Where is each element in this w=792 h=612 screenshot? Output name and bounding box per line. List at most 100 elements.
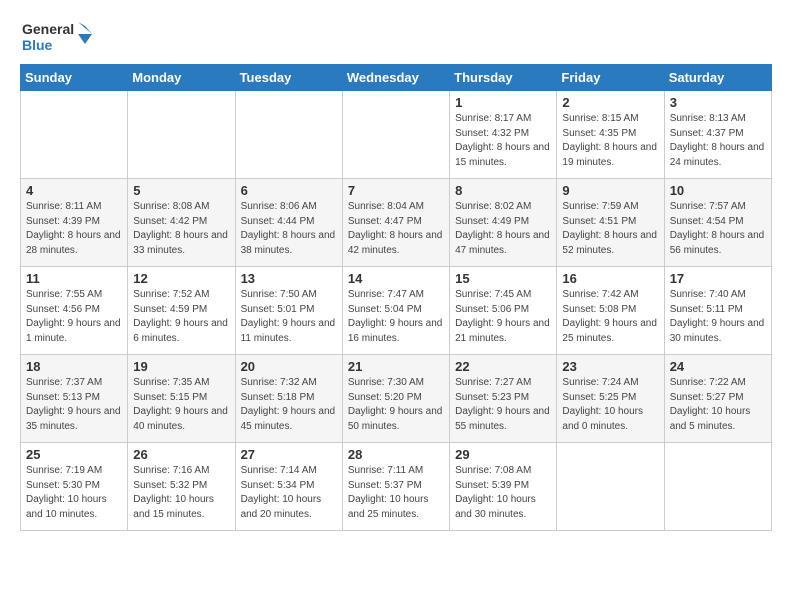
day-number: 18 xyxy=(26,359,122,374)
svg-text:Blue: Blue xyxy=(22,37,53,53)
calendar-cell: 15 Sunrise: 7:45 AM Sunset: 5:06 PM Dayli… xyxy=(450,267,557,355)
day-detail: Sunrise: 7:35 AM Sunset: 5:15 PM Dayligh… xyxy=(133,376,229,434)
day-detail: Sunrise: 7:40 AM Sunset: 5:11 PM Dayligh… xyxy=(670,288,766,346)
day-detail: Sunrise: 7:45 AM Sunset: 5:06 PM Dayligh… xyxy=(455,288,551,346)
day-detail: Sunrise: 7:19 AM Sunset: 5:30 PM Dayligh… xyxy=(26,464,122,522)
calendar-cell: 27Sunrise: 7:14 AM Sunset: 5:34 PM Dayli… xyxy=(235,443,342,531)
day-number: 19 xyxy=(133,359,229,374)
calendar-week-row: 25Sunrise: 7:19 AM Sunset: 5:30 PM Dayli… xyxy=(21,443,772,531)
weekday-header: Sunday xyxy=(21,65,128,91)
day-detail: Sunrise: 7:59 AM Sunset: 4:51 PM Dayligh… xyxy=(562,200,658,258)
day-detail: Sunrise: 7:47 AM Sunset: 5:04 PM Dayligh… xyxy=(348,288,444,346)
weekday-header: Thursday xyxy=(450,65,557,91)
calendar-cell: 14 Sunrise: 7:47 AM Sunset: 5:04 PM Dayli… xyxy=(342,267,449,355)
weekday-header: Monday xyxy=(128,65,235,91)
day-number: 20 xyxy=(241,359,337,374)
day-number: 10 xyxy=(670,183,766,198)
day-detail: Sunrise: 7:42 AM Sunset: 5:08 PM Dayligh… xyxy=(562,288,658,346)
day-detail: Sunrise: 7:16 AM Sunset: 5:32 PM Dayligh… xyxy=(133,464,229,522)
calendar-cell: 5 Sunrise: 8:08 AM Sunset: 4:42 PM Daylig… xyxy=(128,179,235,267)
calendar-cell: 19 Sunrise: 7:35 AM Sunset: 5:15 PM Dayli… xyxy=(128,355,235,443)
day-detail: Sunrise: 7:57 AM Sunset: 4:54 PM Dayligh… xyxy=(670,200,766,258)
day-number: 26 xyxy=(133,447,229,462)
day-detail: Sunrise: 8:15 AM Sunset: 4:35 PM Dayligh… xyxy=(562,112,658,170)
calendar-cell: 10 Sunrise: 7:57 AM Sunset: 4:54 PM Dayli… xyxy=(664,179,771,267)
day-detail: Sunrise: 7:37 AM Sunset: 5:13 PM Dayligh… xyxy=(26,376,122,434)
day-detail: Sunrise: 8:02 AM Sunset: 4:49 PM Dayligh… xyxy=(455,200,551,258)
day-number: 2 xyxy=(562,95,658,110)
weekday-header: Friday xyxy=(557,65,664,91)
day-number: 14 xyxy=(348,271,444,286)
day-detail: Sunrise: 8:04 AM Sunset: 4:47 PM Dayligh… xyxy=(348,200,444,258)
day-detail: Sunrise: 7:22 AM Sunset: 5:27 PM Dayligh… xyxy=(670,376,766,434)
calendar-cell: 24 Sunrise: 7:22 AM Sunset: 5:27 PM Dayli… xyxy=(664,355,771,443)
calendar-cell: 13 Sunrise: 7:50 AM Sunset: 5:01 PM Dayli… xyxy=(235,267,342,355)
day-number: 11 xyxy=(26,271,122,286)
day-number: 24 xyxy=(670,359,766,374)
day-detail: Sunrise: 8:08 AM Sunset: 4:42 PM Dayligh… xyxy=(133,200,229,258)
calendar-cell: 3 Sunrise: 8:13 AM Sunset: 4:37 PM Daylig… xyxy=(664,91,771,179)
day-detail: Sunrise: 7:14 AM Sunset: 5:34 PM Dayligh… xyxy=(241,464,337,522)
calendar-cell: 22 Sunrise: 7:27 AM Sunset: 5:23 PM Dayli… xyxy=(450,355,557,443)
day-detail: Sunrise: 7:08 AM Sunset: 5:39 PM Dayligh… xyxy=(455,464,551,522)
day-detail: Sunrise: 8:13 AM Sunset: 4:37 PM Dayligh… xyxy=(670,112,766,170)
weekday-header: Tuesday xyxy=(235,65,342,91)
calendar-cell xyxy=(21,91,128,179)
calendar-cell xyxy=(342,91,449,179)
page: GeneralBlue SundayMondayTuesdayWednesday… xyxy=(0,0,792,541)
weekday-header-row: SundayMondayTuesdayWednesdayThursdayFrid… xyxy=(21,65,772,91)
calendar-cell: 6 Sunrise: 8:06 AM Sunset: 4:44 PM Daylig… xyxy=(235,179,342,267)
day-number: 9 xyxy=(562,183,658,198)
day-number: 15 xyxy=(455,271,551,286)
day-detail: Sunrise: 7:24 AM Sunset: 5:25 PM Dayligh… xyxy=(562,376,658,434)
day-detail: Sunrise: 7:32 AM Sunset: 5:18 PM Dayligh… xyxy=(241,376,337,434)
calendar-cell: 1 Sunrise: 8:17 AM Sunset: 4:32 PM Daylig… xyxy=(450,91,557,179)
day-number: 17 xyxy=(670,271,766,286)
calendar-cell xyxy=(664,443,771,531)
day-detail: Sunrise: 7:52 AM Sunset: 4:59 PM Dayligh… xyxy=(133,288,229,346)
calendar-cell: 4 Sunrise: 8:11 AM Sunset: 4:39 PM Daylig… xyxy=(21,179,128,267)
calendar-cell: 7Sunrise: 8:04 AM Sunset: 4:47 PM Daylig… xyxy=(342,179,449,267)
calendar-cell xyxy=(128,91,235,179)
day-detail: Sunrise: 7:30 AM Sunset: 5:20 PM Dayligh… xyxy=(348,376,444,434)
calendar-cell: 11 Sunrise: 7:55 AM Sunset: 4:56 PM Dayli… xyxy=(21,267,128,355)
day-number: 28 xyxy=(348,447,444,462)
calendar-cell: 21 Sunrise: 7:30 AM Sunset: 5:20 PM Dayli… xyxy=(342,355,449,443)
day-detail: Sunrise: 8:11 AM Sunset: 4:39 PM Dayligh… xyxy=(26,200,122,258)
calendar-week-row: 11 Sunrise: 7:55 AM Sunset: 4:56 PM Dayli… xyxy=(21,267,772,355)
day-number: 13 xyxy=(241,271,337,286)
day-detail: Sunrise: 7:27 AM Sunset: 5:23 PM Dayligh… xyxy=(455,376,551,434)
calendar-cell: 20 Sunrise: 7:32 AM Sunset: 5:18 PM Dayli… xyxy=(235,355,342,443)
day-number: 4 xyxy=(26,183,122,198)
calendar-week-row: 1 Sunrise: 8:17 AM Sunset: 4:32 PM Daylig… xyxy=(21,91,772,179)
day-detail: Sunrise: 7:50 AM Sunset: 5:01 PM Dayligh… xyxy=(241,288,337,346)
calendar-cell: 29Sunrise: 7:08 AM Sunset: 5:39 PM Dayli… xyxy=(450,443,557,531)
day-number: 6 xyxy=(241,183,337,198)
calendar-cell: 25Sunrise: 7:19 AM Sunset: 5:30 PM Dayli… xyxy=(21,443,128,531)
day-number: 22 xyxy=(455,359,551,374)
calendar-week-row: 18 Sunrise: 7:37 AM Sunset: 5:13 PM Dayli… xyxy=(21,355,772,443)
day-number: 23 xyxy=(562,359,658,374)
day-number: 5 xyxy=(133,183,229,198)
day-number: 1 xyxy=(455,95,551,110)
weekday-header: Wednesday xyxy=(342,65,449,91)
day-detail: Sunrise: 8:17 AM Sunset: 4:32 PM Dayligh… xyxy=(455,112,551,170)
day-number: 21 xyxy=(348,359,444,374)
calendar-cell: 18 Sunrise: 7:37 AM Sunset: 5:13 PM Dayli… xyxy=(21,355,128,443)
header: GeneralBlue xyxy=(20,16,772,56)
calendar-cell xyxy=(557,443,664,531)
weekday-header: Saturday xyxy=(664,65,771,91)
calendar: SundayMondayTuesdayWednesdayThursdayFrid… xyxy=(20,64,772,531)
calendar-week-row: 4 Sunrise: 8:11 AM Sunset: 4:39 PM Daylig… xyxy=(21,179,772,267)
day-detail: Sunrise: 7:55 AM Sunset: 4:56 PM Dayligh… xyxy=(26,288,122,346)
day-number: 3 xyxy=(670,95,766,110)
calendar-cell: 9 Sunrise: 7:59 AM Sunset: 4:51 PM Daylig… xyxy=(557,179,664,267)
day-number: 12 xyxy=(133,271,229,286)
calendar-cell: 12 Sunrise: 7:52 AM Sunset: 4:59 PM Dayli… xyxy=(128,267,235,355)
calendar-cell: 2 Sunrise: 8:15 AM Sunset: 4:35 PM Daylig… xyxy=(557,91,664,179)
svg-text:General: General xyxy=(22,21,74,37)
day-detail: Sunrise: 8:06 AM Sunset: 4:44 PM Dayligh… xyxy=(241,200,337,258)
day-detail: Sunrise: 7:11 AM Sunset: 5:37 PM Dayligh… xyxy=(348,464,444,522)
logo: GeneralBlue xyxy=(20,16,100,56)
day-number: 16 xyxy=(562,271,658,286)
